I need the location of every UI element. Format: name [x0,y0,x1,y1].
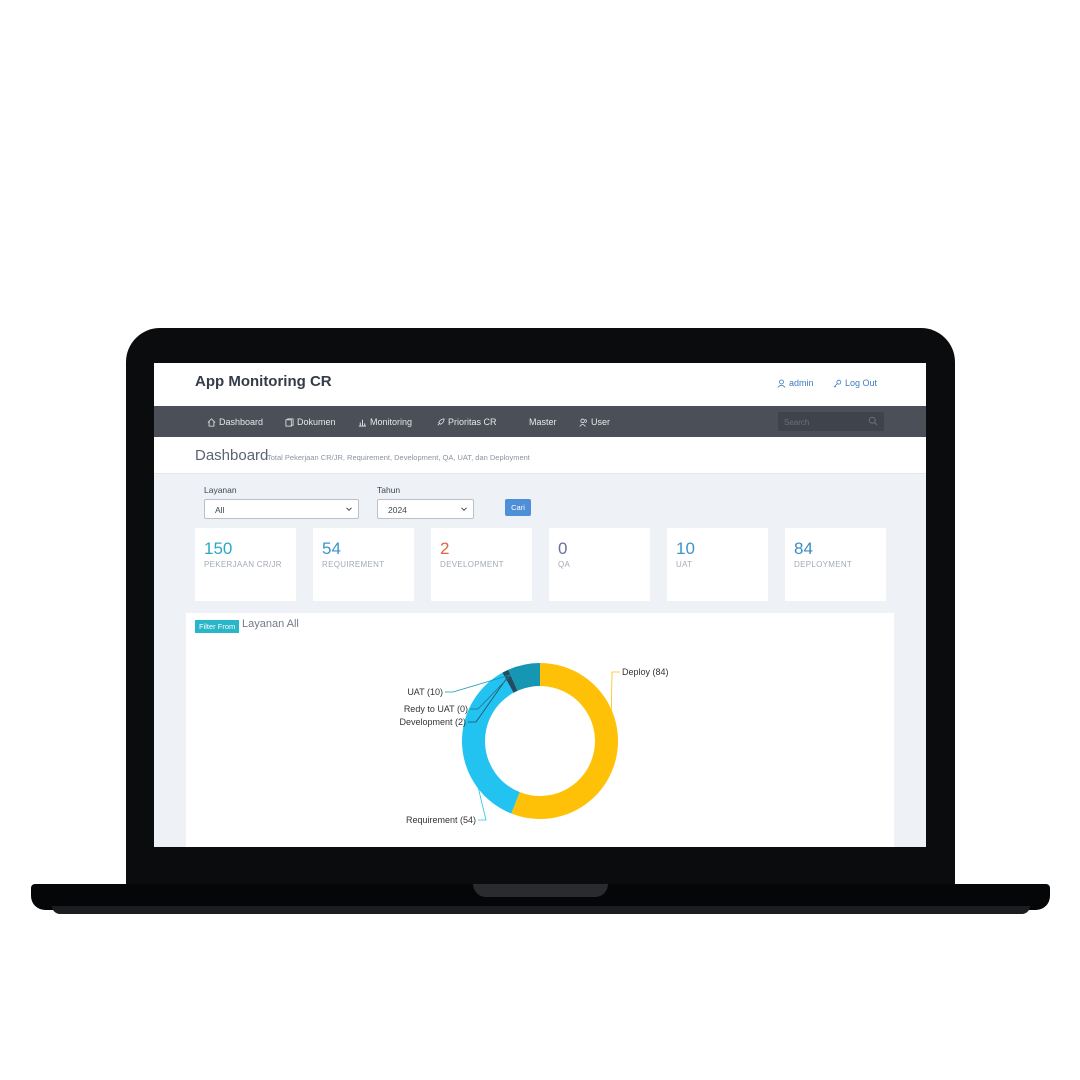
nav-label-master: Master [529,417,557,427]
donut-slice-label: Development (2) [399,717,466,727]
stat-value: 150 [204,539,233,558]
chart-panel: Filter From Layanan All Deploy (84) Requi… [186,613,894,847]
tahun-label: Tahun [377,485,401,495]
chevron-down-icon [346,507,352,512]
search-icon[interactable] [868,416,878,426]
tahun-select[interactable]: 2024 [377,499,474,519]
page-subtitle: Total Pekerjaan CR/JR, Requirement, Deve… [267,453,530,462]
nav-item-dokumen[interactable]: Dokumen [285,417,336,427]
search-input[interactable] [782,415,866,429]
page-header: Dashboard Total Pekerjaan CR/JR, Require… [154,437,926,474]
users-icon [579,418,587,427]
stat-card-qa: 0 QA [549,528,650,601]
nav-item-prioritas-cr[interactable]: Prioritas CR [436,417,497,427]
page-title: Dashboard [195,447,269,464]
main-nav: Dashboard Dokumen Monitoring Prioritas C… [154,406,926,437]
stat-card-uat: 10 UAT [667,528,768,601]
stat-value: 10 [676,539,695,558]
logout-link[interactable]: Log Out [833,378,877,388]
bar-chart-icon [358,419,367,427]
nav-label-user: User [591,417,611,427]
nav-label-dashboard: Dashboard [219,417,264,427]
donut-slice-label: Deploy (84) [622,667,669,677]
stat-card-pekerjaan: 150 PEKERJAAN CR/JR [195,528,296,601]
stat-label: REQUIREMENT [322,560,385,569]
tahun-select-value: 2024 [388,505,407,515]
nav-label-prioritas-cr: Prioritas CR [448,417,497,427]
donut-slice[interactable] [462,672,520,814]
nav-label-dokumen: Dokumen [297,417,336,427]
donut-chart: Deploy (84) Requirement (54) Development (… [399,663,669,825]
rocket-icon [437,417,445,425]
donut-slice-label: Redy to UAT (0) [404,704,468,714]
laptop-notch [473,884,608,897]
stat-value: 2 [440,539,450,558]
stat-value: 0 [558,539,568,558]
app-title: App Monitoring CR [195,373,332,390]
nav-item-dashboard[interactable]: Dashboard [207,417,263,427]
search-box [778,412,884,431]
logout-label: Log Out [845,378,878,388]
stat-label: QA [558,560,571,569]
nav-item-master[interactable]: Master [529,417,557,427]
nav-label-monitoring: Monitoring [370,417,413,427]
donut-slice-label: Requirement (54) [406,815,476,825]
stat-label: PEKERJAAN CR/JR [204,560,282,569]
laptop-base-shadow [52,906,1030,914]
stat-card-development: 2 DEVELOPMENT [431,528,532,601]
document-icon [285,417,294,427]
nav-item-user[interactable]: User [579,417,610,427]
stat-label: DEPLOYMENT [794,560,853,569]
layanan-select-value: All [215,505,225,515]
home-icon [207,417,216,427]
app-header: App Monitoring CR admin Log Out [154,363,926,406]
cari-button[interactable]: Cari [505,499,531,516]
layanan-select[interactable]: All [204,499,359,519]
stat-label: UAT [676,560,693,569]
laptop-screen: App Monitoring CR admin Log Out Dashboar… [154,363,926,847]
user-link[interactable]: admin [777,378,814,388]
chevron-down-icon [461,507,467,512]
user-name: admin [789,378,814,388]
stat-card-deployment: 84 DEPLOYMENT [785,528,886,601]
user-icon [777,379,786,388]
key-icon [833,379,842,387]
stat-value: 84 [794,539,813,558]
donut-slice-label: UAT (10) [407,687,443,697]
stat-label: DEVELOPMENT [440,560,504,569]
stat-card-requirement: 54 REQUIREMENT [313,528,414,601]
stat-value: 54 [322,539,341,558]
layanan-label: Layanan [204,485,237,495]
nav-item-monitoring[interactable]: Monitoring [358,417,412,427]
